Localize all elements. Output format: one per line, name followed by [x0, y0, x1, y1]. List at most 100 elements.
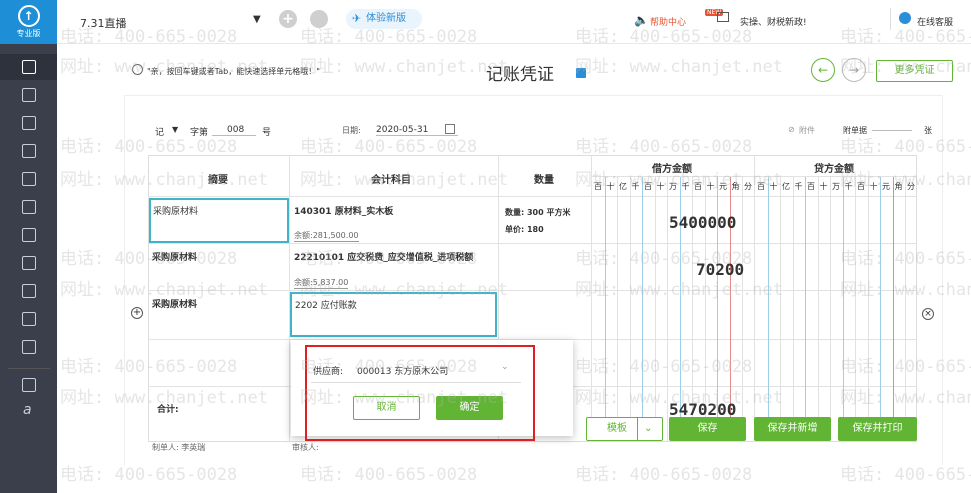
window-icon[interactable]: [22, 378, 36, 392]
digit-unit-label: 十: [769, 182, 778, 191]
tax-icon[interactable]: [22, 228, 36, 242]
watermark-text: 网址: www.chanjet.net: [300, 57, 508, 77]
balance-row2: 余额:5,837.00: [294, 278, 349, 289]
save-button[interactable]: 保存: [669, 417, 746, 441]
digit-column-line: [905, 177, 906, 441]
attach-count-input[interactable]: [872, 130, 912, 131]
reviewer-label: 审核人:: [292, 443, 319, 452]
account-cell-row1[interactable]: 140301 原材料_实木板: [294, 204, 393, 217]
template-button[interactable]: 模板 ⌄: [586, 417, 663, 441]
voucher-number-input[interactable]: 008: [212, 125, 256, 136]
sidebar-divider: [8, 368, 50, 369]
next-voucher-button[interactable]: →: [842, 58, 866, 82]
summary-cell-row3[interactable]: 采购原材料: [152, 297, 197, 310]
digit-unit-label: 万: [832, 182, 840, 191]
zhang-label: 张: [924, 126, 932, 135]
quantity-row1[interactable]: 数量: 300 平方米: [505, 207, 570, 218]
online-service-link[interactable]: 在线客服: [917, 15, 953, 28]
brand-script-icon[interactable]: a: [23, 403, 37, 418]
digit-column-line: [817, 177, 819, 441]
account-selector[interactable]: 7.31直播: [80, 15, 127, 31]
topbar-divider: [890, 8, 891, 30]
delete-row-icon[interactable]: ×: [922, 308, 934, 320]
stamp-icon[interactable]: [22, 284, 36, 298]
brand-name: 专业版: [16, 29, 41, 38]
debit-amount-row1[interactable]: 5400000: [669, 213, 736, 232]
chevron-down-icon[interactable]: ⌄: [644, 418, 652, 440]
digit-column-line: [792, 177, 794, 441]
digit-unit-label: 十: [606, 182, 615, 191]
attach-count-label: 附单据: [843, 126, 867, 135]
save-and-print-button[interactable]: 保存并打印: [838, 417, 917, 441]
digit-column-line: [780, 177, 781, 441]
digit-column-line: [742, 177, 743, 441]
digit-column-line: [654, 177, 656, 441]
brand-logo[interactable]: ↑ 专业版: [0, 0, 57, 44]
digit-column-line: [805, 177, 806, 441]
add-row-icon[interactable]: +: [131, 307, 143, 319]
digit-unit-label: 十: [819, 182, 828, 191]
voucher-icon[interactable]: [22, 60, 36, 74]
document-icon[interactable]: [22, 312, 36, 326]
unit-price-row1[interactable]: 单价: 180: [505, 224, 544, 235]
sidebar: ↑ 专业版 a: [0, 0, 57, 493]
help-center-link[interactable]: 帮助中心: [650, 15, 686, 28]
digit-column-line: [855, 177, 856, 441]
highlight-annotation-box: [305, 345, 535, 441]
voucher-hao-label: 号: [262, 128, 272, 138]
calendar-icon[interactable]: [445, 124, 455, 134]
maker-label: 制单人: 李英瑞: [152, 443, 206, 452]
account-input-text: 2202 应付账款: [295, 301, 357, 311]
voucher-type-select[interactable]: 记: [155, 125, 164, 138]
invoice-icon[interactable]: [22, 200, 36, 214]
header-quantity: 数量: [534, 175, 554, 186]
add-icon[interactable]: +: [279, 10, 297, 28]
digit-column-line: [892, 177, 894, 441]
camera-icon[interactable]: [576, 68, 586, 78]
chevron-down-icon[interactable]: ▼: [253, 14, 261, 25]
monitor-icon: [717, 12, 729, 22]
voucher-zi-label: 字第: [190, 128, 209, 138]
account-cell-row2[interactable]: 22210101 应交税费_应交增值税_进项税额: [294, 250, 473, 263]
digit-unit-label: 角: [894, 182, 903, 191]
speaker-icon: 🔈: [634, 13, 649, 27]
template-label: 模板: [607, 423, 627, 434]
image-icon[interactable]: [22, 256, 36, 270]
digit-column-line: [642, 177, 643, 441]
digit-column-line: [880, 177, 881, 441]
debit-amount-row2[interactable]: 70200: [696, 260, 744, 279]
summary-cell-row2[interactable]: 采购原材料: [152, 250, 197, 263]
account-input-row3[interactable]: 2202 应付账款: [290, 292, 497, 337]
digit-unit-label: 元: [719, 182, 727, 191]
digit-unit-label: 百: [644, 182, 652, 191]
digit-unit-label: 十: [656, 182, 665, 191]
digit-unit-label: 角: [731, 182, 740, 191]
digit-unit-label: 分: [744, 182, 752, 191]
settings-icon[interactable]: [22, 340, 36, 354]
digit-unit-label: 十: [869, 182, 878, 191]
more-voucher-button[interactable]: 更多凭证: [876, 60, 953, 82]
top-bar: 7.31直播 ▼ + ✈ 体验新版 🔈 帮助中心 NEW 实操、财税新政! 在线…: [57, 0, 971, 44]
chart-icon[interactable]: [22, 116, 36, 130]
keyboard-icon: [132, 64, 143, 75]
grid-icon[interactable]: [310, 10, 328, 28]
date-label: 日期:: [342, 126, 361, 135]
previous-voucher-button[interactable]: ←: [811, 58, 835, 82]
ledger-icon[interactable]: [22, 88, 36, 102]
summary-input-row1[interactable]: 采购原材料: [149, 198, 289, 243]
digit-column-line: [842, 177, 844, 441]
digit-column-line: [767, 177, 769, 441]
chevron-down-icon[interactable]: ▼: [172, 125, 178, 134]
digit-unit-label: 元: [882, 182, 890, 191]
attachment-link[interactable]: 附件: [799, 125, 815, 136]
save-and-new-button[interactable]: 保存并新增: [754, 417, 831, 441]
experience-label: 体验新版: [366, 13, 406, 24]
report-icon[interactable]: [22, 144, 36, 158]
paperclip-icon: ⊘: [788, 125, 795, 134]
news-link[interactable]: 实操、财税新政!: [740, 15, 807, 28]
experience-new-button[interactable]: ✈ 体验新版: [346, 9, 422, 29]
calculator-icon[interactable]: [22, 172, 36, 186]
header-debit: 借方金额: [652, 164, 692, 175]
digit-unit-label: 百: [857, 182, 865, 191]
header-summary: 摘要: [208, 175, 228, 186]
